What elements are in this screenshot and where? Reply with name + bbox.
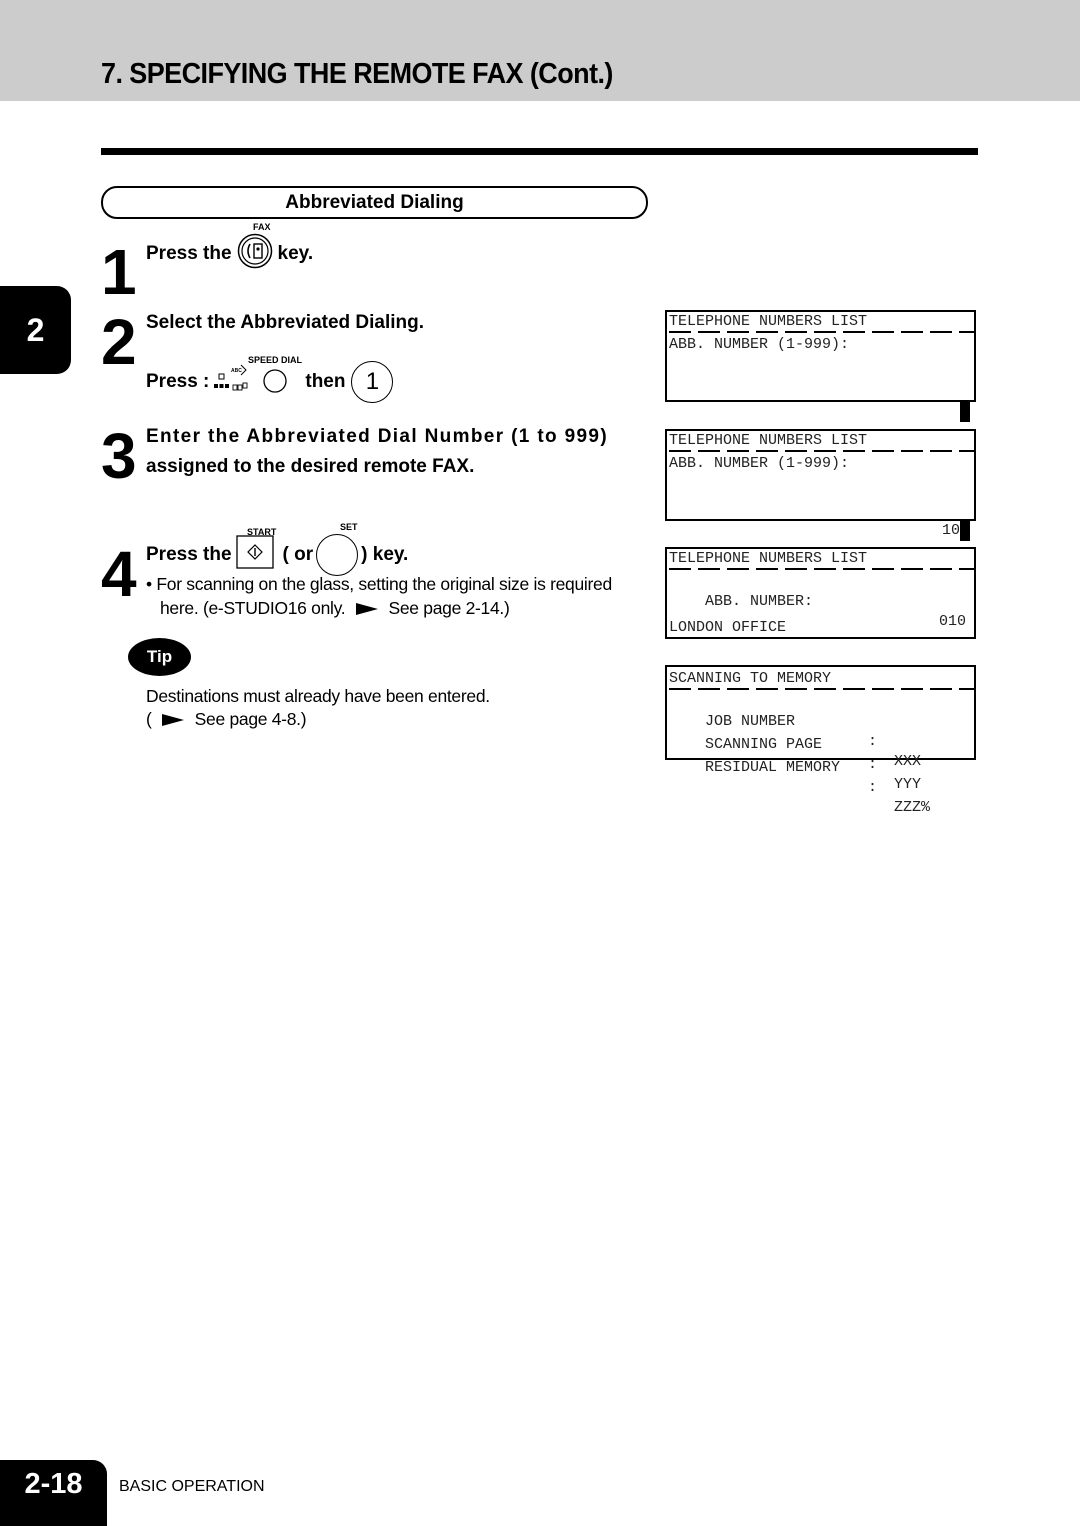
step-1-text-after: key. xyxy=(277,243,314,264)
svg-text:ABC: ABC xyxy=(231,368,242,374)
tip-line-1: Destinations must already have been ente… xyxy=(146,686,490,706)
section-heading-text: Abbreviated Dialing xyxy=(285,191,464,213)
step-4-bullet-line-1: • For scanning on the glass, setting the… xyxy=(146,574,612,595)
step-3-line-2: assigned to the desired remote FAX. xyxy=(146,456,475,477)
step-1-text-before: Press the xyxy=(146,243,232,264)
step-2-press-row: Press : ABC then 1 xyxy=(146,359,394,405)
step-2-number: 2 xyxy=(101,306,137,378)
lcd-input-line xyxy=(669,381,970,422)
set-key-label: SET xyxy=(340,522,358,532)
lcd-abb-number-row: ABB. NUMBER: 010 xyxy=(669,572,970,630)
or-label: ( or xyxy=(282,544,314,565)
number-1-key: 1 xyxy=(351,361,394,403)
speed-dial-key-icon: ABC xyxy=(213,359,293,405)
set-key-icon xyxy=(316,534,359,576)
step-3-line-1: Enter the Abbreviated Dial Number (1 to … xyxy=(146,426,609,447)
fax-key-icon xyxy=(237,233,273,275)
lcd-input-line: 10 xyxy=(669,500,970,541)
bullet-dot: • xyxy=(146,574,157,594)
lcd-destination-name: LONDON OFFICE xyxy=(669,619,787,636)
page-reference-link[interactable]: See page 2-14.) xyxy=(388,598,509,618)
lcd-abb-number-label: ABB. NUMBER: xyxy=(705,593,814,610)
lcd-divider xyxy=(669,568,974,570)
lcd-input-value: 10 xyxy=(941,522,960,539)
lcd-row-value: YYY xyxy=(894,776,922,793)
step-2-text: Select the Abbreviated Dialing. xyxy=(146,312,425,333)
step-4-text-before: Press the xyxy=(146,544,232,565)
tip-badge: Tip xyxy=(128,638,191,676)
step-4-text-after: ) key. xyxy=(361,544,409,565)
bullet-text-before: here. (e-STUDIO16 only. xyxy=(160,598,346,618)
lcd-title: TELEPHONE NUMBERS LIST xyxy=(669,432,868,449)
tip-page-reference-link[interactable]: See page 4-8.) xyxy=(195,709,307,729)
number-1-key-label: 1 xyxy=(365,368,380,395)
lcd-row-value: ZZZ% xyxy=(894,799,931,816)
lcd-cursor xyxy=(960,520,970,541)
lcd-title: TELEPHONE NUMBERS LIST xyxy=(669,313,868,330)
tip-paren: ( xyxy=(146,709,152,729)
lcd-row-scanning-page: SCANNING PAGE : YYY xyxy=(669,715,970,793)
step-3-number: 3 xyxy=(101,420,137,492)
lcd-prompt: ABB. NUMBER (1-999): xyxy=(669,455,850,472)
start-key-icon xyxy=(235,535,274,575)
lcd-cursor xyxy=(960,401,970,422)
fax-key-label: FAX xyxy=(253,222,271,232)
reference-arrow-icon xyxy=(355,603,378,616)
page-number: 2-18 xyxy=(24,1468,83,1500)
footer-section-label: BASIC OPERATION xyxy=(119,1478,265,1495)
step-4-bullet-line-2: here. (e-STUDIO16 only. See page 2-14.) xyxy=(160,598,510,619)
lcd-screen-2: TELEPHONE NUMBERS LIST ABB. NUMBER (1-99… xyxy=(665,429,976,541)
then-label: then xyxy=(305,371,346,392)
lcd-row-sep: : xyxy=(868,756,878,773)
lcd-row-label: RESIDUAL MEMORY xyxy=(705,759,841,776)
page-number-tab: 2-18 xyxy=(0,1460,107,1526)
lcd-row-residual-memory: RESIDUAL MEMORY : ZZZ% xyxy=(669,738,970,816)
section-heading: Abbreviated Dialing xyxy=(101,186,648,219)
tip-line-2: ( See page 4-8.) xyxy=(146,709,307,730)
lcd-divider xyxy=(669,688,974,690)
page-title: 7. SPECIFYING THE REMOTE FAX (Cont.) xyxy=(101,58,613,90)
lcd-screen-3: TELEPHONE NUMBERS LIST ABB. NUMBER: 010 … xyxy=(665,547,976,639)
reference-arrow-icon xyxy=(162,714,185,727)
step-4-number: 4 xyxy=(101,538,137,610)
lcd-screen-4: SCANNING TO MEMORY JOB NUMBER : XXX SCAN… xyxy=(665,665,976,816)
lcd-divider xyxy=(669,331,974,333)
lcd-title: TELEPHONE NUMBERS LIST xyxy=(669,550,868,567)
step-1-instruction: Press the key. xyxy=(146,233,314,275)
bullet-text: For scanning on the glass, setting the o… xyxy=(156,574,612,594)
chapter-tab: 2 xyxy=(0,286,71,374)
press-label: Press : xyxy=(146,371,210,392)
lcd-row-job-number: JOB NUMBER : XXX xyxy=(669,692,970,770)
lcd-divider xyxy=(669,450,974,452)
step-1-number: 1 xyxy=(101,236,137,308)
step-4-instruction: Press the ( or ) key. xyxy=(146,534,409,576)
lcd-screen-1: TELEPHONE NUMBERS LIST ABB. NUMBER (1-99… xyxy=(665,310,976,422)
lcd-title: SCANNING TO MEMORY xyxy=(669,670,832,687)
tip-badge-text: Tip xyxy=(146,647,173,666)
section-rule xyxy=(101,148,978,155)
lcd-prompt: ABB. NUMBER (1-999): xyxy=(669,336,850,353)
lcd-row-sep: : xyxy=(868,779,878,796)
